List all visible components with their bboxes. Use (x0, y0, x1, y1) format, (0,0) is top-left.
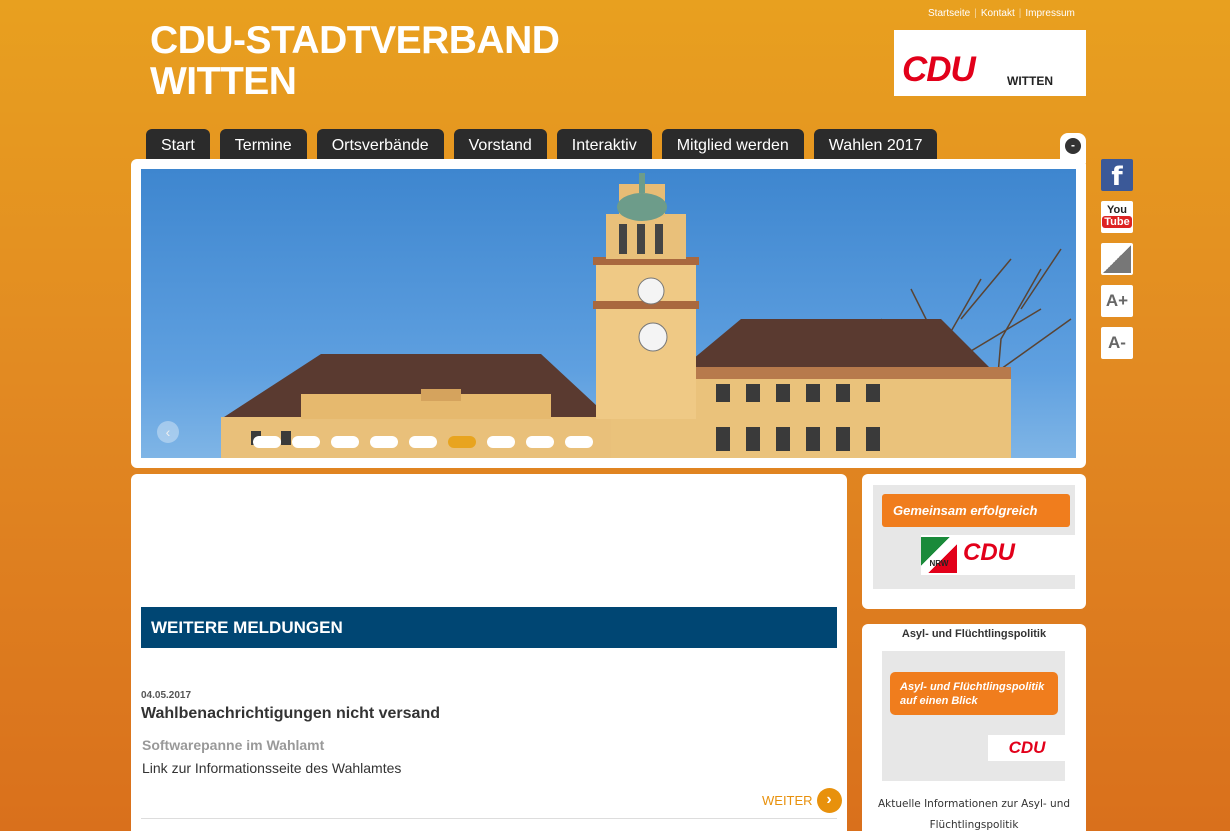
slide-dot[interactable] (331, 436, 359, 448)
slide-dot[interactable] (526, 436, 554, 448)
nav-item-wahlen-2017[interactable]: Wahlen 2017 (813, 129, 938, 160)
slide-dot[interactable] (487, 436, 515, 448)
youtube-you-text: You (1107, 204, 1127, 216)
slide-dot[interactable] (565, 436, 593, 448)
top-links: Startseite | Kontakt | Impressum (928, 8, 1075, 19)
asylum-description: Aktuelle Informationen zur Asyl- und Flü… (862, 794, 1086, 831)
link-impressum[interactable]: Impressum (1025, 8, 1074, 19)
cdu-logo-text: CDU (988, 735, 1066, 761)
campaign-banner[interactable]: Gemeinsam erfolgreich NRW CDU (873, 485, 1075, 589)
site-title-line2: WITTEN (150, 60, 297, 103)
slide-dot[interactable] (409, 436, 437, 448)
asylum-banner[interactable]: Asyl- und Flüchtlingspolitik auf einen B… (882, 651, 1066, 781)
read-more-button[interactable]: WEITER › (762, 788, 842, 813)
link-kontakt[interactable]: Kontakt (981, 8, 1015, 19)
chevron-right-icon: › (816, 788, 842, 813)
news-subtitle: Softwarepanne im Wahlamt (142, 737, 325, 753)
sidebar-box-campaign: Gemeinsam erfolgreich NRW CDU (862, 474, 1086, 609)
nav-item-mitglied-werden[interactable]: Mitglied werden (661, 129, 804, 160)
image-slider: ‹ (131, 159, 1086, 468)
separator: | (974, 8, 977, 19)
facebook-icon[interactable]: f (1101, 159, 1133, 192)
youtube-tube-text: Tube (1102, 216, 1132, 228)
slide-dot[interactable] (292, 436, 320, 448)
town-hall-illustration (221, 173, 1072, 458)
site-title[interactable]: CDU-STADTVERBAND WITTEN (150, 19, 560, 103)
read-more-label: WEITER (762, 793, 813, 808)
site-title-line1: CDU-STADTVERBAND (150, 19, 560, 62)
sidebar-box-asylum: Asyl- und Flüchtlingspolitik Asyl- und F… (862, 624, 1086, 831)
minus-icon: - (1065, 138, 1081, 154)
campaign-slogan: Gemeinsam erfolgreich (882, 494, 1070, 527)
news-title-link[interactable]: Wahlbenachrichtigungen nicht versand (141, 705, 440, 723)
nav-item-interaktiv[interactable]: Interaktiv (556, 129, 652, 160)
nav-item-termine[interactable]: Termine (219, 129, 307, 160)
section-heading: WEITERE MELDUNGEN (141, 607, 837, 648)
slide-dot-active[interactable] (448, 436, 476, 448)
slider-prev-button[interactable]: ‹ (157, 421, 179, 443)
main-nav: Start Termine Ortsverbände Vorstand Inte… (146, 129, 938, 160)
contrast-toggle-icon[interactable] (1101, 243, 1133, 275)
nav-item-vorstand[interactable]: Vorstand (453, 129, 547, 160)
news-teaser: Link zur Informationsseite des Wahlamtes (142, 760, 402, 776)
link-startseite[interactable]: Startseite (928, 8, 970, 19)
cdu-logo[interactable]: CDU WITTEN (894, 30, 1086, 96)
nrw-logo-icon: NRW (921, 537, 957, 573)
news-date: 04.05.2017 (141, 690, 192, 701)
asylum-banner-line2: auf einen Blick (900, 695, 978, 707)
nrw-cdu-logo: NRW CDU (921, 535, 1075, 575)
separator: | (1018, 8, 1022, 19)
logo-city-text: WITTEN (1007, 74, 1053, 88)
nav-item-ortsverbaende[interactable]: Ortsverbände (316, 129, 444, 160)
nav-item-start[interactable]: Start (146, 129, 210, 160)
cdu-logo-text: CDU (963, 539, 1015, 566)
slider-pagination (253, 436, 593, 448)
sidebar-box-heading: Asyl- und Flüchtlingspolitik (901, 628, 1047, 640)
asylum-banner-text: Asyl- und Flüchtlingspolitik auf einen B… (890, 672, 1058, 715)
asylum-banner-line1: Asyl- und Flüchtlingspolitik (900, 681, 1045, 693)
asylum-description-line1: Aktuelle Informationen zur Asyl- und (877, 798, 1071, 810)
slide-dot[interactable] (370, 436, 398, 448)
asylum-description-line2: Flüchtlingspolitik (929, 819, 1019, 831)
font-increase-button[interactable]: A+ (1101, 285, 1133, 317)
divider (141, 818, 837, 819)
youtube-icon[interactable]: You Tube (1101, 201, 1133, 233)
main-content: WEITERE MELDUNGEN 04.05.2017 Wahlbenachr… (131, 474, 847, 831)
slide-dot[interactable] (253, 436, 281, 448)
logo-cdu-text: CDU (902, 50, 976, 89)
slide-image-town-hall: ‹ (141, 169, 1076, 458)
font-decrease-button[interactable]: A- (1101, 327, 1133, 359)
